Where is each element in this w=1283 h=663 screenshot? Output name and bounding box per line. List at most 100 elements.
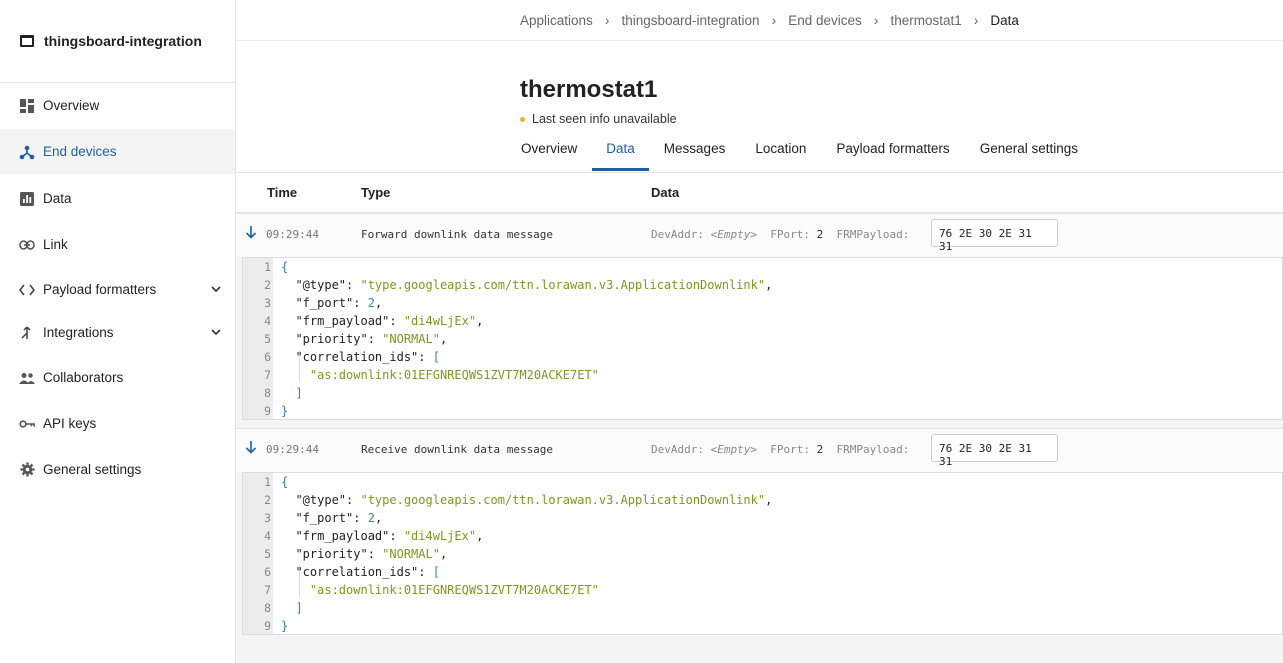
key-icon bbox=[19, 416, 35, 432]
devaddr-label: DevAddr: bbox=[651, 443, 704, 456]
fport-label: FPort: bbox=[770, 228, 810, 241]
sidebar: thingsboard-integration Overview End dev… bbox=[0, 0, 236, 663]
tab-data[interactable]: Data bbox=[592, 132, 649, 171]
json-viewer[interactable]: 1{ 2 "@type": "type.googleapis.com/ttn.l… bbox=[242, 257, 1283, 420]
sidebar-item-label: Link bbox=[43, 237, 68, 252]
json-brace: } bbox=[281, 619, 289, 633]
json-viewer[interactable]: 1{ 2 "@type": "type.googleapis.com/ttn.l… bbox=[242, 472, 1283, 635]
line-number: 3 bbox=[264, 511, 271, 525]
json-string: "NORMAL" bbox=[382, 332, 440, 346]
breadcrumb-current: Data bbox=[990, 12, 1019, 28]
breadcrumb-applications[interactable]: Applications bbox=[520, 13, 593, 28]
fport-value: 2 bbox=[816, 443, 824, 456]
link-icon bbox=[19, 237, 35, 253]
tab-general-settings[interactable]: General settings bbox=[979, 132, 1079, 171]
tab-location[interactable]: Location bbox=[754, 132, 807, 171]
status-text: Last seen info unavailable bbox=[532, 112, 677, 126]
line-number: 4 bbox=[264, 314, 271, 328]
line-number: 9 bbox=[264, 619, 271, 633]
column-header-data: Data bbox=[651, 185, 680, 200]
chevron-right-icon: › bbox=[604, 12, 610, 28]
sidebar-item-end-devices[interactable]: End devices bbox=[0, 129, 235, 174]
sidebar-item-overview[interactable]: Overview bbox=[0, 83, 235, 128]
line-number: 2 bbox=[264, 278, 271, 292]
tab-messages[interactable]: Messages bbox=[663, 132, 727, 171]
event-row[interactable]: 09:29:44 Receive downlink data message D… bbox=[236, 428, 1283, 472]
line-number: 9 bbox=[264, 404, 271, 418]
line-number: 4 bbox=[264, 529, 271, 543]
line-number: 1 bbox=[264, 475, 271, 489]
column-header-time: Time bbox=[267, 185, 298, 200]
tab-overview[interactable]: Overview bbox=[520, 132, 578, 171]
sidebar-item-label: API keys bbox=[43, 416, 97, 431]
json-bracket: [ bbox=[432, 565, 440, 579]
json-string: "di4wLjEx" bbox=[403, 314, 477, 328]
sidebar-item-collaborators[interactable]: Collaborators bbox=[0, 355, 235, 400]
breadcrumb-end-devices[interactable]: End devices bbox=[788, 13, 862, 28]
line-number: 5 bbox=[264, 332, 271, 346]
dashboard-icon bbox=[19, 98, 35, 114]
line-number: 2 bbox=[264, 493, 271, 507]
device-status: Last seen info unavailable bbox=[520, 112, 677, 126]
sidebar-item-link[interactable]: Link bbox=[0, 222, 235, 267]
json-key: "@type" bbox=[295, 493, 347, 507]
tab-payload-formatters[interactable]: Payload formatters bbox=[835, 132, 950, 171]
chevron-right-icon: › bbox=[973, 12, 979, 28]
status-dot bbox=[520, 116, 525, 122]
json-string: "di4wLjEx" bbox=[403, 529, 477, 543]
app-name: thingsboard-integration bbox=[44, 33, 202, 49]
devaddr-value: <Empty> bbox=[710, 228, 757, 241]
sidebar-item-general-settings[interactable]: General settings bbox=[0, 447, 235, 492]
devaddr-value: <Empty> bbox=[710, 443, 757, 456]
people-icon bbox=[19, 370, 35, 386]
merge-icon bbox=[19, 325, 35, 341]
event-type: Receive downlink data message bbox=[361, 443, 554, 456]
json-key: "frm_payload" bbox=[295, 529, 390, 543]
event-type: Forward downlink data message bbox=[361, 228, 554, 241]
event-table: Time Type Data 09:29:44 Forward downlink… bbox=[236, 172, 1283, 663]
sidebar-item-api-keys[interactable]: API keys bbox=[0, 401, 235, 446]
json-key: "correlation_ids" bbox=[295, 565, 419, 579]
page-title: thermostat1 bbox=[520, 76, 658, 103]
arrow-down-icon bbox=[245, 441, 257, 454]
line-number: 7 bbox=[264, 583, 271, 597]
json-key: "correlation_ids" bbox=[295, 350, 419, 364]
json-key: "@type" bbox=[295, 278, 347, 292]
line-number: 5 bbox=[264, 547, 271, 561]
gear-icon bbox=[19, 462, 35, 478]
json-key: "f_port" bbox=[295, 511, 354, 525]
event-time: 09:29:44 bbox=[266, 228, 319, 241]
breadcrumb-device[interactable]: thermostat1 bbox=[890, 13, 961, 28]
json-key: "priority" bbox=[295, 547, 368, 561]
chevron-down-icon[interactable] bbox=[209, 325, 223, 339]
sidebar-item-payload-formatters[interactable]: Payload formatters bbox=[0, 267, 235, 312]
frmpayload-value[interactable]: 76 2E 30 2E 31 31 bbox=[931, 434, 1058, 468]
json-key: "frm_payload" bbox=[295, 314, 390, 328]
tab-bar: Overview Data Messages Location Payload … bbox=[520, 132, 1107, 172]
breadcrumb-application[interactable]: thingsboard-integration bbox=[621, 13, 759, 28]
fport-label: FPort: bbox=[770, 443, 810, 456]
event-data: DevAddr: <Empty> FPort: 2 FRMPayload: bbox=[651, 443, 909, 456]
chevron-down-icon[interactable] bbox=[209, 282, 223, 296]
json-brace: { bbox=[281, 260, 289, 274]
json-key: "f_port" bbox=[295, 296, 354, 310]
fport-value: 2 bbox=[816, 228, 824, 241]
breadcrumb: Applications › thingsboard-integration ›… bbox=[236, 0, 1283, 41]
bar-chart-icon bbox=[19, 191, 35, 207]
line-number: 6 bbox=[264, 350, 271, 364]
line-number: 6 bbox=[264, 565, 271, 579]
json-number: 2 bbox=[367, 511, 375, 525]
application-icon bbox=[20, 35, 34, 47]
frmpayload-label: FRMPayload: bbox=[836, 443, 910, 456]
event-row[interactable]: 09:29:44 Forward downlink data message D… bbox=[236, 213, 1283, 257]
json-key: "priority" bbox=[295, 332, 368, 346]
arrow-down-icon bbox=[245, 226, 257, 239]
json-number: 2 bbox=[367, 296, 375, 310]
json-brace: } bbox=[281, 404, 289, 418]
frmpayload-value[interactable]: 76 2E 30 2E 31 31 bbox=[931, 219, 1058, 253]
sidebar-item-integrations[interactable]: Integrations bbox=[0, 310, 235, 355]
json-string: "NORMAL" bbox=[382, 547, 440, 561]
devaddr-label: DevAddr: bbox=[651, 228, 704, 241]
frmpayload-label: FRMPayload: bbox=[836, 228, 910, 241]
sidebar-item-data[interactable]: Data bbox=[0, 176, 235, 221]
